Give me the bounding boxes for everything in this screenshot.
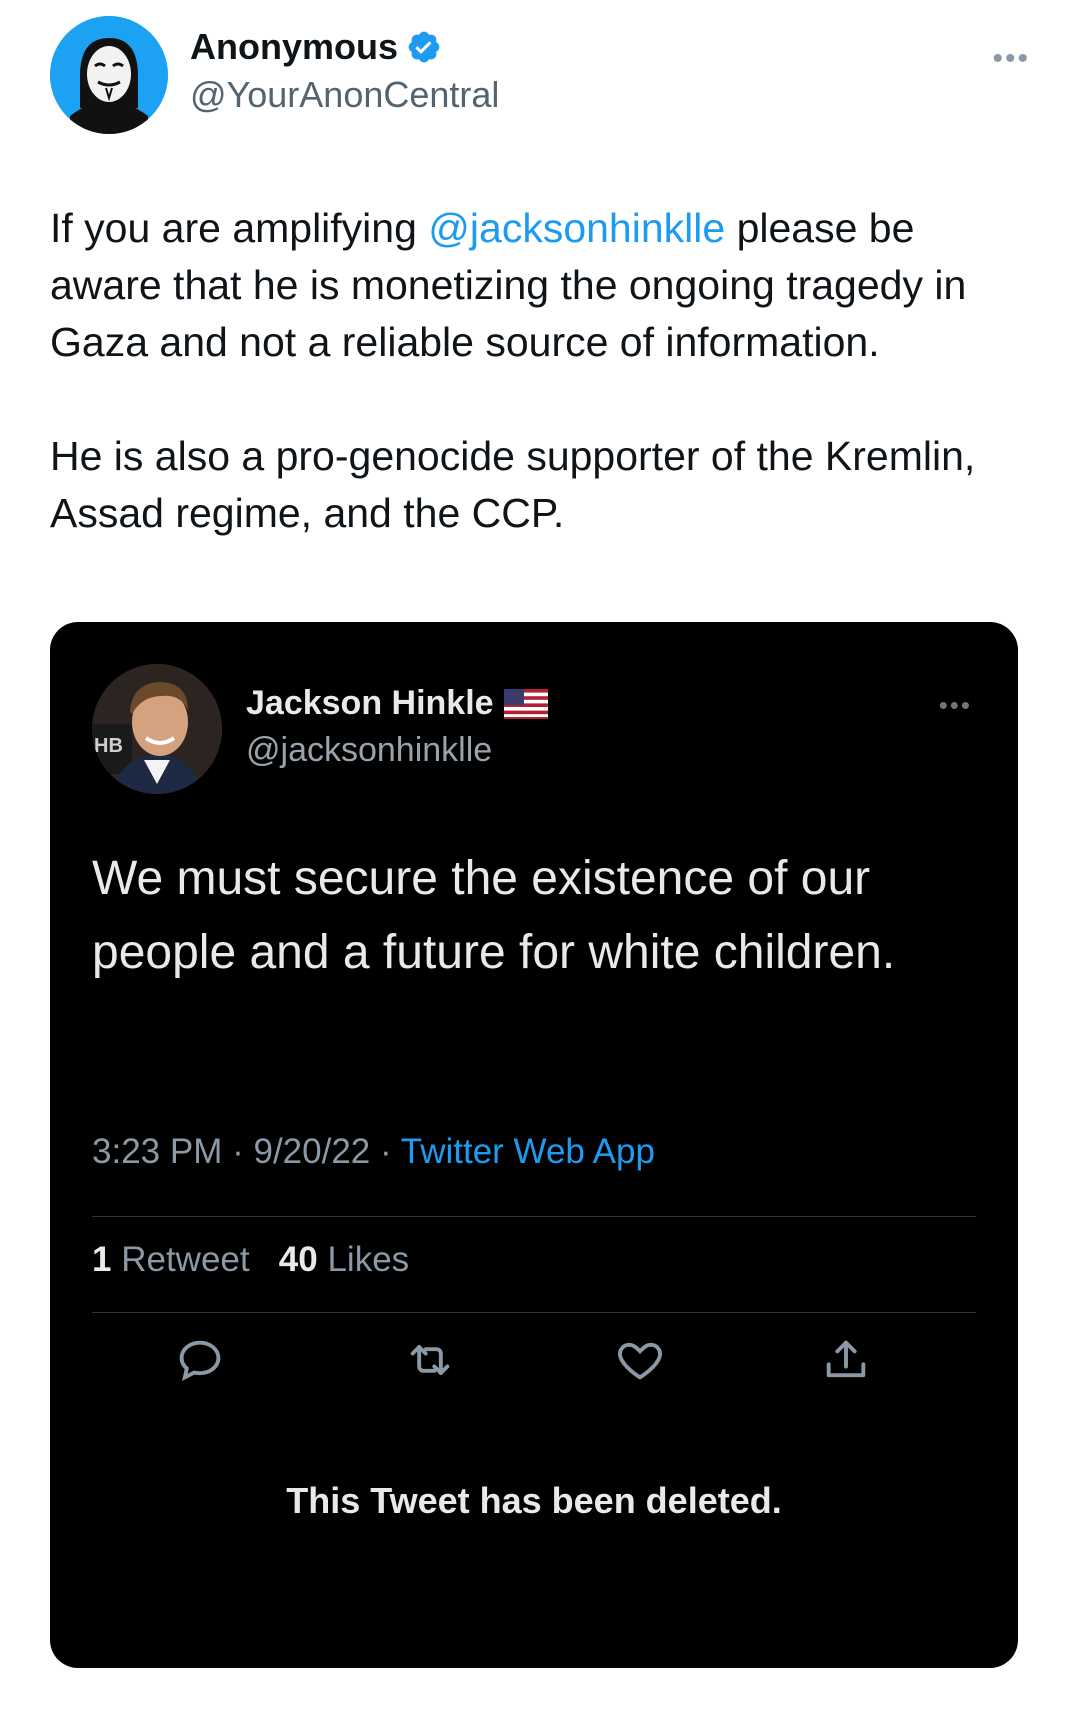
retweet-label: Retweet: [121, 1240, 250, 1279]
author-info: Anonymous @YourAnonCentral: [190, 26, 499, 116]
retweet-count: 1: [92, 1240, 112, 1279]
embedded-more-options-icon: •••: [938, 690, 972, 720]
more-options-icon[interactable]: •••: [992, 42, 1030, 76]
anonymous-mask-icon: [50, 16, 168, 134]
embedded-author-avatar: HB: [92, 664, 222, 794]
like-label: Likes: [327, 1240, 410, 1279]
portrait-photo-icon: HB: [92, 664, 222, 794]
divider: [92, 1216, 976, 1217]
tweet-date: 9/20/22: [253, 1132, 371, 1171]
divider: [92, 1312, 976, 1313]
tweet-paragraph-2: He is also a pro-genocide supporter of t…: [50, 433, 976, 536]
embedded-author-name-text: Jackson Hinkle: [246, 684, 494, 722]
author-display-name[interactable]: Anonymous: [190, 26, 442, 68]
tweet-header: Anonymous @YourAnonCentral •••: [50, 16, 1030, 136]
tweet-source: Twitter Web App: [400, 1132, 655, 1171]
tweet-time: 3:23 PM: [92, 1132, 223, 1171]
verified-badge-icon: [408, 31, 440, 63]
action-bar: [92, 1334, 976, 1404]
embedded-author-display-name: Jackson Hinkle: [246, 684, 548, 723]
reply-icon: [174, 1334, 234, 1394]
author-name-text[interactable]: Anonymous: [190, 26, 398, 68]
tweet-text-segment: If you are amplifying: [50, 205, 429, 251]
mention-link[interactable]: @jacksonhinklle: [428, 205, 725, 251]
embedded-author-handle: @jacksonhinklle: [246, 731, 493, 769]
deleted-tweet-notice: This Tweet has been deleted.: [286, 1480, 782, 1521]
embedded-tweet-meta: 3:23 PM · 9/20/22 · Twitter Web App: [92, 1132, 655, 1172]
embedded-tweet-screenshot: HB Jackson Hinkle @jacksonhinklle ••• We…: [50, 622, 1018, 1668]
share-icon: [820, 1334, 880, 1394]
us-flag-icon: [503, 688, 548, 719]
embedded-author-info: Jackson Hinkle @jacksonhinklle: [246, 684, 548, 770]
author-avatar[interactable]: [50, 16, 168, 134]
meta-separator: ·: [232, 1132, 244, 1171]
like-heart-icon: [614, 1334, 674, 1394]
engagement-stats: 1 Retweet 40 Likes: [92, 1240, 409, 1280]
svg-text:HB: HB: [94, 735, 123, 757]
tweet-paragraph-1: If you are amplifying @jacksonhinklle pl…: [50, 200, 1030, 371]
author-handle[interactable]: @YourAnonCentral: [190, 74, 499, 116]
embedded-tweet-text: We must secure the existence of our peop…: [92, 852, 896, 979]
tweet-text: If you are amplifying @jacksonhinklle pl…: [50, 200, 1030, 599]
like-count: 40: [278, 1240, 318, 1279]
retweet-icon: [404, 1334, 464, 1394]
meta-separator: ·: [380, 1132, 392, 1171]
